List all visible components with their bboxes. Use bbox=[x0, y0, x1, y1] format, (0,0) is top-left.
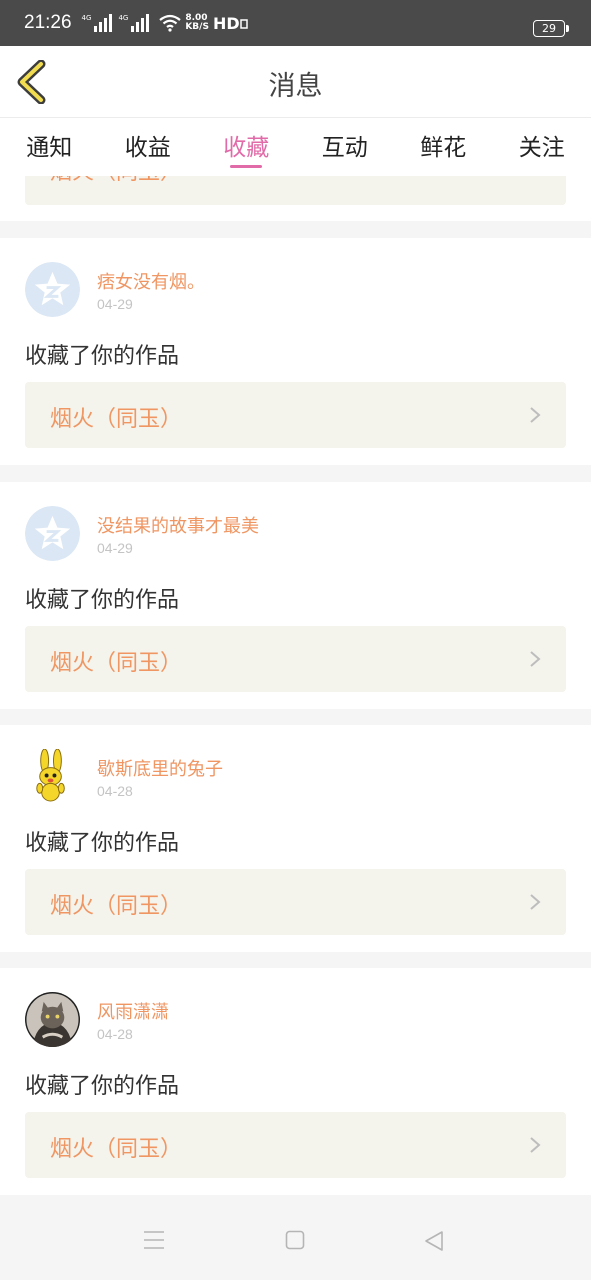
work-title: 烟火（同玉） bbox=[50, 1137, 183, 1162]
tab-favorites[interactable]: 收藏 bbox=[197, 118, 296, 176]
timestamp: 04-28 bbox=[97, 1026, 133, 1042]
timestamp: 04-28 bbox=[97, 783, 133, 799]
page-title: 消息 bbox=[268, 71, 323, 102]
chevron-right-icon bbox=[530, 651, 541, 667]
qzone-default-avatar[interactable] bbox=[25, 262, 80, 317]
tab-follows[interactable]: 关注 bbox=[493, 118, 591, 176]
cat-photo-avatar[interactable] bbox=[25, 992, 80, 1047]
battery-icon: 29 bbox=[533, 20, 569, 37]
tab-earnings[interactable]: 收益 bbox=[99, 118, 198, 176]
work-link[interactable]: 烟火（同玉） bbox=[25, 626, 566, 692]
hd-sim-icon bbox=[239, 19, 248, 29]
action-text: 收藏了你的作品 bbox=[25, 588, 180, 613]
signal-2-icon: 4G bbox=[118, 14, 150, 32]
action-text: 收藏了你的作品 bbox=[25, 831, 180, 856]
list-item: 歇斯底里的兔子 04-28 收藏了你的作品 烟火（同玉） bbox=[0, 725, 591, 952]
tab-interactions[interactable]: 互动 bbox=[296, 118, 395, 176]
action-text: 收藏了你的作品 bbox=[25, 1074, 180, 1099]
chevron-right-icon bbox=[530, 1137, 541, 1153]
username[interactable]: 歇斯底里的兔子 bbox=[97, 755, 223, 781]
message-list[interactable]: 烟火（同玉） 痞女没有烟。 04-29 收藏了你的作品 烟火（同玉） 没结果的故… bbox=[0, 176, 591, 1196]
tab-bar: 通知 收益 收藏 互动 鲜花 关注 bbox=[0, 118, 591, 176]
timestamp: 04-29 bbox=[97, 296, 133, 312]
signal-1-icon: 4G bbox=[82, 14, 113, 32]
work-link[interactable]: 烟火（同玉） bbox=[25, 176, 566, 205]
menu-icon[interactable] bbox=[143, 1230, 165, 1250]
list-item: 痞女没有烟。 04-29 收藏了你的作品 烟火（同玉） bbox=[0, 238, 591, 465]
username[interactable]: 痞女没有烟。 bbox=[97, 268, 205, 294]
triangle-back-icon[interactable] bbox=[424, 1230, 444, 1252]
net-speed-unit: KB/S bbox=[185, 22, 209, 32]
list-item: 没结果的故事才最美 04-29 收藏了你的作品 烟火（同玉） bbox=[0, 482, 591, 709]
work-title: 烟火（同玉） bbox=[50, 407, 183, 432]
qzone-default-avatar[interactable] bbox=[25, 506, 80, 561]
system-nav-bar bbox=[0, 1196, 591, 1280]
username[interactable]: 风雨潇潇 bbox=[97, 998, 169, 1024]
work-title: 烟火（同玉） bbox=[50, 894, 183, 919]
timestamp: 04-29 bbox=[97, 540, 133, 556]
work-link[interactable]: 烟火（同玉） bbox=[25, 382, 566, 448]
tab-notifications[interactable]: 通知 bbox=[0, 118, 99, 176]
battery-level: 29 bbox=[542, 22, 556, 35]
work-link[interactable]: 烟火（同玉） bbox=[25, 1112, 566, 1178]
work-title: 烟火（同玉） bbox=[50, 176, 182, 186]
cartoon-rabbit-avatar[interactable] bbox=[25, 749, 80, 804]
status-bar: 21:26 4G 4G 8.00 KB/S HD 29 bbox=[0, 0, 591, 46]
wifi-icon bbox=[159, 14, 182, 32]
status-time: 21:26 bbox=[24, 12, 72, 33]
signal-1-label: 4G bbox=[81, 14, 92, 22]
list-item: 风雨潇潇 04-28 收藏了你的作品 烟火（同玉） bbox=[0, 968, 591, 1195]
hd-label: HD bbox=[212, 13, 240, 33]
work-link[interactable]: 烟火（同玉） bbox=[25, 869, 566, 935]
chevron-right-icon bbox=[530, 894, 541, 910]
work-title: 烟火（同玉） bbox=[50, 651, 183, 676]
square-home-icon[interactable] bbox=[285, 1230, 305, 1250]
username[interactable]: 没结果的故事才最美 bbox=[97, 512, 259, 538]
action-text: 收藏了你的作品 bbox=[25, 344, 180, 369]
app-header: 消息 bbox=[0, 46, 591, 118]
list-item-partial: 烟火（同玉） bbox=[0, 176, 591, 221]
tab-flowers[interactable]: 鲜花 bbox=[394, 118, 493, 176]
net-speed: 8.00 KB/S bbox=[185, 14, 209, 32]
signal-2-label: 4G bbox=[118, 14, 129, 22]
chevron-right-icon bbox=[530, 407, 541, 423]
